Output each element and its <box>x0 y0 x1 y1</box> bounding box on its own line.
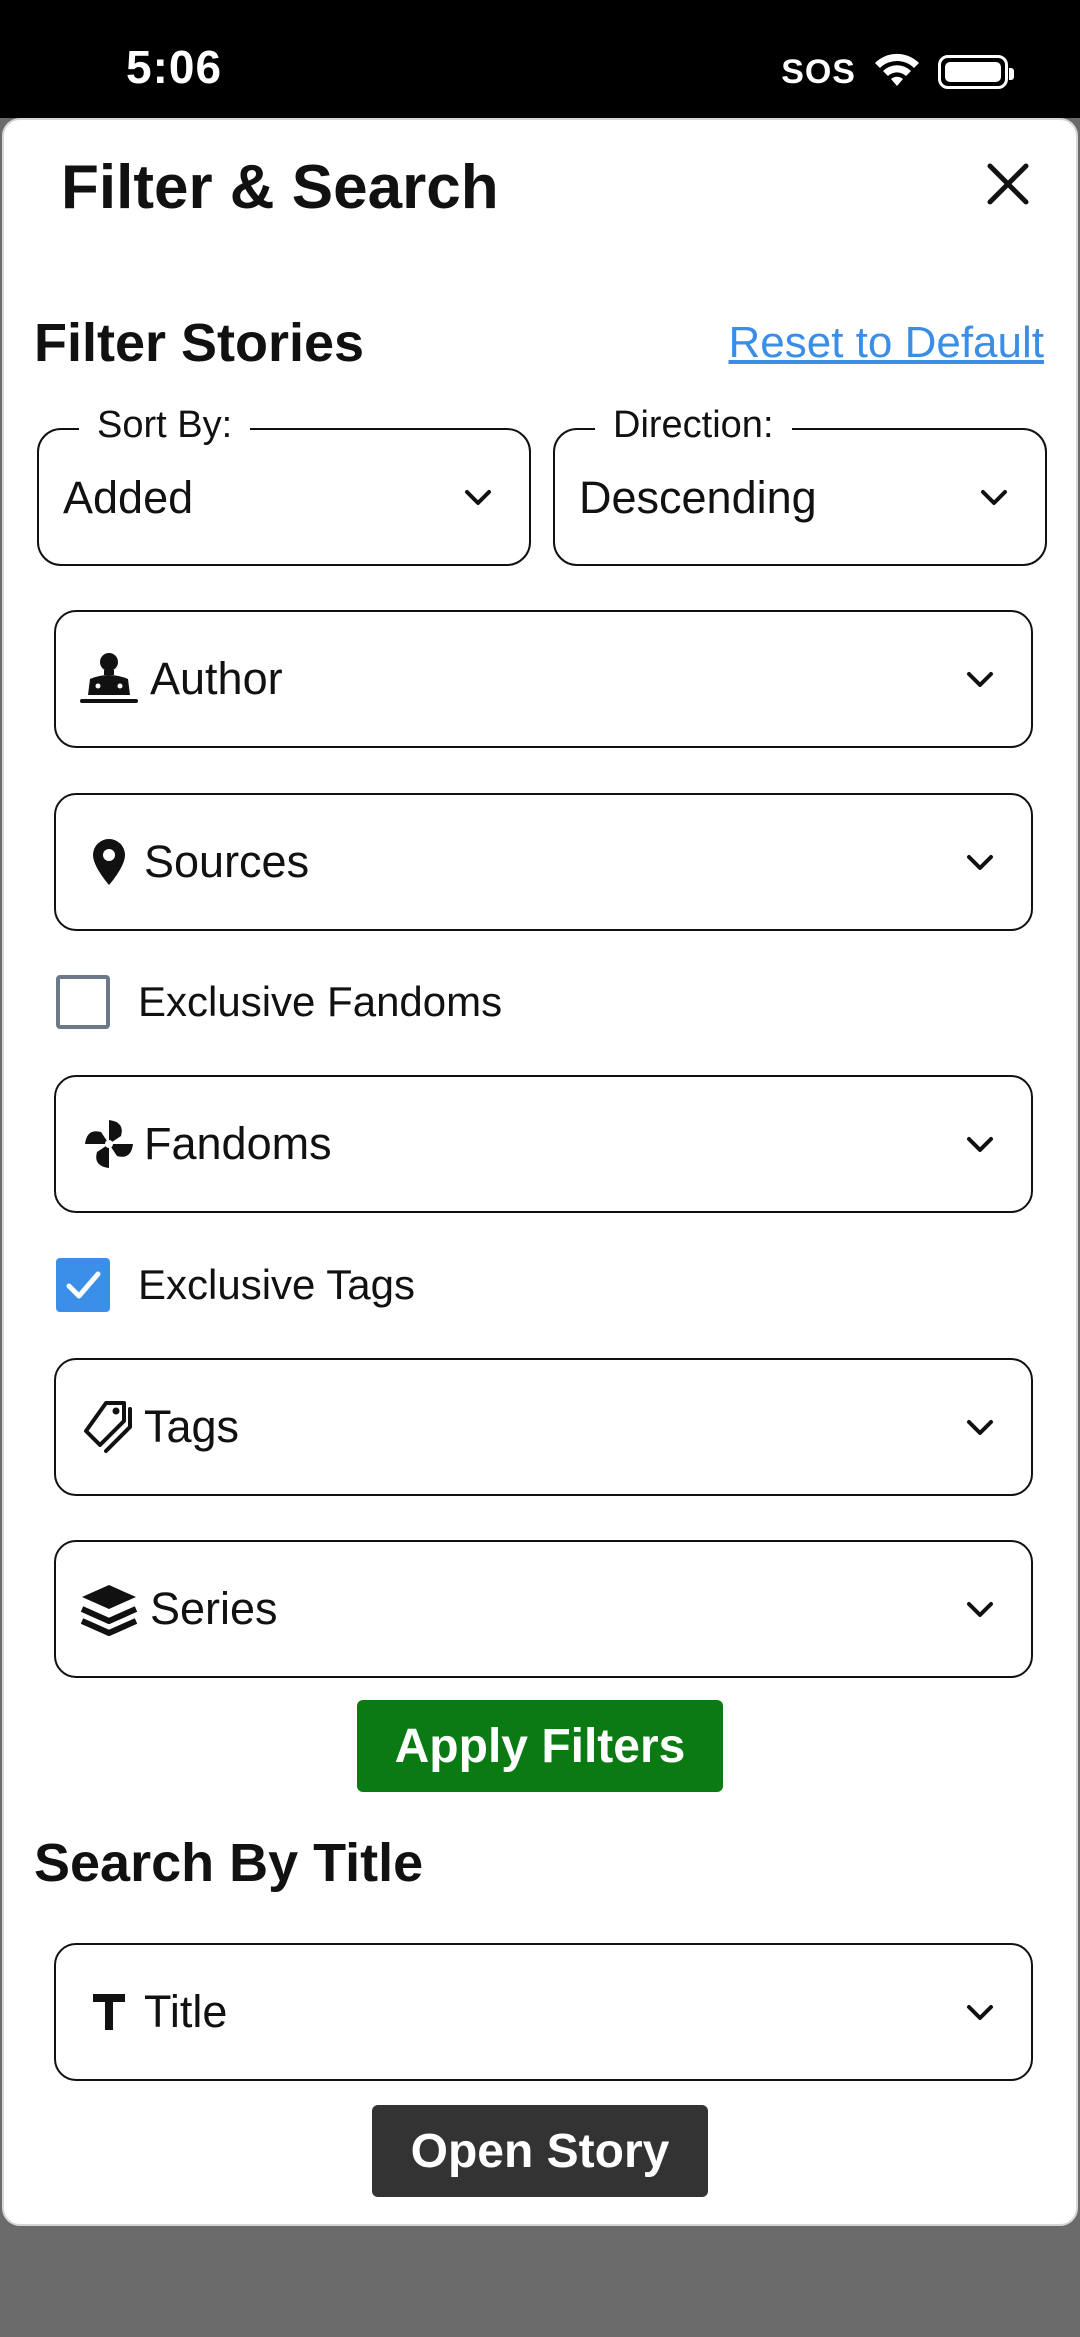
close-icon <box>987 163 1029 205</box>
chevron-down-icon <box>967 1420 993 1435</box>
status-time: 5:06 <box>126 41 223 93</box>
search-section-title: Search By Title <box>34 1833 424 1893</box>
open-story-button[interactable]: Open Story <box>372 2105 708 2197</box>
chevron-down-icon <box>967 672 993 687</box>
fandoms-label: Fandoms <box>144 1118 332 1169</box>
exclusive-tags-checkbox[interactable] <box>56 1258 110 1312</box>
chevron-down-icon <box>967 855 993 870</box>
exclusive-tags-row[interactable]: Exclusive Tags <box>56 1257 415 1313</box>
status-icons: SOS <box>781 50 1014 94</box>
reset-to-default-link[interactable]: Reset to Default <box>729 318 1045 368</box>
author-dropdown[interactable]: Author <box>54 610 1033 748</box>
direction-legend: Direction: <box>595 404 792 447</box>
sources-label: Sources <box>144 836 310 887</box>
sos-indicator: SOS <box>781 52 856 91</box>
title-label: Title <box>144 1986 228 2037</box>
exclusive-fandoms-row[interactable]: Exclusive Fandoms <box>56 974 502 1030</box>
exclusive-fandoms-checkbox[interactable] <box>56 975 110 1029</box>
chevron-down-icon <box>967 2005 993 2020</box>
title-dropdown[interactable]: Title <box>54 1943 1033 2081</box>
layers-icon <box>78 1578 140 1640</box>
series-label: Series <box>150 1583 278 1634</box>
wifi-icon <box>874 52 920 93</box>
tags-icon <box>78 1396 140 1458</box>
direction-value: Descending <box>579 472 817 523</box>
author-label: Author <box>150 653 283 704</box>
exclusive-tags-label: Exclusive Tags <box>138 1261 416 1308</box>
pinwheel-icon <box>78 1113 140 1175</box>
close-button[interactable] <box>978 154 1038 214</box>
direction-select[interactable]: Direction: Descending <box>553 404 1047 566</box>
sort-by-legend: Sort By: <box>79 404 251 447</box>
fandoms-dropdown[interactable]: Fandoms <box>54 1075 1033 1213</box>
filter-section-title: Filter Stories <box>34 313 365 373</box>
battery-icon <box>938 55 1014 89</box>
checkmark-icon <box>66 1271 101 1299</box>
sort-by-select[interactable]: Sort By: Added <box>37 404 531 566</box>
modal-title: Filter & Search <box>61 153 499 222</box>
map-pin-icon <box>78 831 140 893</box>
exclusive-fandoms-label: Exclusive Fandoms <box>138 978 503 1025</box>
tags-label: Tags <box>144 1401 240 1452</box>
sort-by-value: Added <box>63 472 194 523</box>
chevron-down-icon <box>967 1137 993 1152</box>
chevron-down-icon <box>967 1602 993 1617</box>
text-icon <box>78 1981 140 2043</box>
status-bar: 5:06 SOS <box>0 0 1080 118</box>
sources-dropdown[interactable]: Sources <box>54 793 1033 931</box>
series-dropdown[interactable]: Series <box>54 1540 1033 1678</box>
author-icon <box>78 648 140 710</box>
tags-dropdown[interactable]: Tags <box>54 1358 1033 1496</box>
chevron-down-icon <box>465 490 491 505</box>
apply-filters-button[interactable]: Apply Filters <box>357 1700 723 1792</box>
chevron-down-icon <box>981 490 1007 505</box>
filter-search-modal: Filter & Search Filter Stories Reset to … <box>2 118 1078 2226</box>
